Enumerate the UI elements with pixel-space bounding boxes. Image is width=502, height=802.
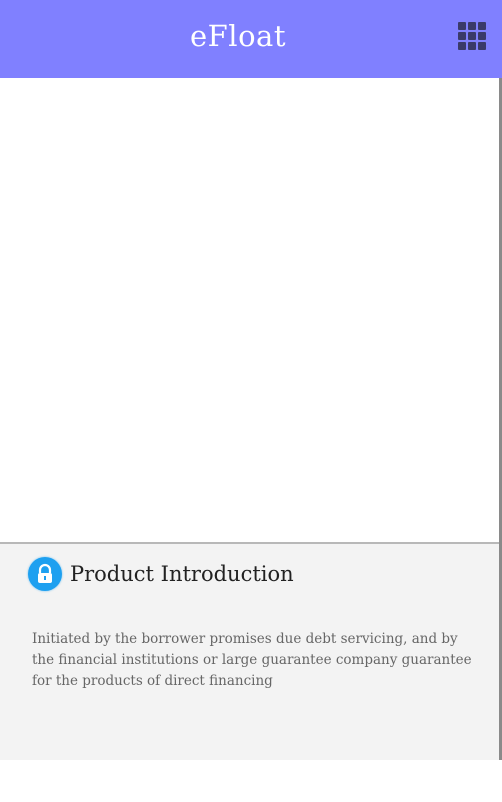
grid-cell xyxy=(458,32,466,40)
grid-cell xyxy=(468,32,476,40)
section-heading: Product Introduction xyxy=(70,562,294,586)
grid-cell xyxy=(468,42,476,50)
grid-cell xyxy=(458,42,466,50)
lock-icon xyxy=(28,557,62,591)
section-description: Initiated by the borrower promises due d… xyxy=(32,631,472,689)
grid-cell xyxy=(478,42,486,50)
grid-cell xyxy=(468,22,476,30)
banner-area xyxy=(0,78,499,542)
grid-cell xyxy=(458,22,466,30)
app-title: eFloat xyxy=(190,19,286,53)
product-introduction-section: Product Introduction Initiated by the bo… xyxy=(0,542,499,760)
grid-icon[interactable] xyxy=(458,22,488,52)
app-header: eFloat xyxy=(0,0,502,78)
grid-cell xyxy=(478,32,486,40)
grid-cell xyxy=(478,22,486,30)
